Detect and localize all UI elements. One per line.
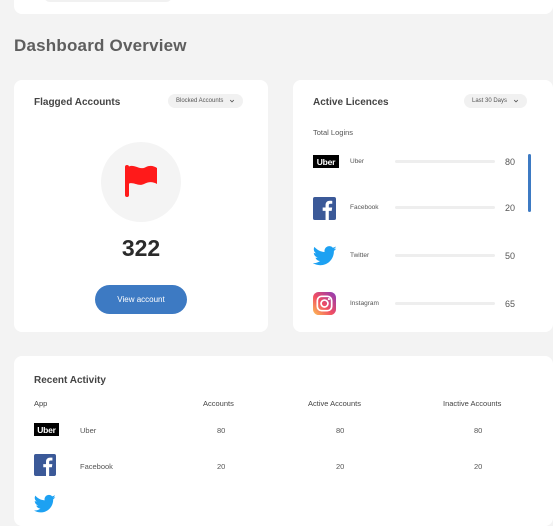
accounts-value: 20 [217, 462, 226, 471]
licences-filter-dropdown[interactable]: Last 30 Days [464, 94, 528, 108]
facebook-logo-icon [313, 197, 336, 220]
flag-icon-circle [101, 142, 181, 222]
recent-activity-card: Recent Activity App Accounts Active Acco… [14, 356, 553, 526]
flagged-accounts-card: Flagged Accounts Blocked Accounts 322 Vi… [14, 80, 268, 332]
licence-row-instagram: Instagram 65 [313, 291, 523, 317]
licence-value: 50 [505, 251, 516, 261]
active-licences-title: Active Licences [313, 97, 389, 108]
active-accounts-value: 20 [336, 462, 345, 471]
licence-progress-track [395, 254, 495, 257]
column-header-app: App [34, 399, 48, 408]
licence-name: Uber [350, 158, 365, 165]
flagged-filter-dropdown[interactable]: Blocked Accounts [168, 94, 244, 108]
top-search-pill[interactable] [44, 0, 172, 2]
column-header-inactive-accounts: Inactive Accounts [443, 399, 502, 408]
accounts-value: 80 [217, 426, 226, 435]
chevron-down-icon [230, 99, 235, 103]
licence-row-uber: Uber Uber 80 [313, 148, 523, 174]
licence-progress-track [395, 160, 495, 163]
licence-progress-track [395, 206, 495, 209]
inactive-accounts-value: 20 [474, 462, 483, 471]
page-title: Dashboard Overview [14, 36, 187, 55]
active-accounts-value: 80 [336, 426, 345, 435]
facebook-logo-icon [34, 454, 56, 476]
licence-name: Instagram [350, 300, 379, 307]
flagged-accounts-title: Flagged Accounts [34, 97, 121, 108]
recent-activity-title: Recent Activity [34, 375, 106, 386]
flag-icon [125, 165, 157, 197]
licence-row-facebook: Facebook 20 [313, 195, 523, 221]
app-name: Facebook [80, 462, 113, 471]
licence-name: Facebook [350, 204, 379, 211]
twitter-logo-icon [34, 494, 56, 513]
flagged-count: 322 [121, 235, 161, 261]
licence-name: Twitter [350, 252, 370, 259]
licence-progress-track [395, 302, 495, 305]
app-name: Uber [80, 426, 97, 435]
licences-scrollbar[interactable] [528, 154, 531, 212]
licence-value: 65 [505, 299, 516, 309]
chevron-down-icon [513, 99, 519, 103]
uber-logo-icon: Uber [313, 155, 339, 168]
instagram-logo-icon [313, 292, 336, 315]
inactive-accounts-value: 80 [474, 426, 483, 435]
uber-logo-icon: Uber [34, 423, 59, 436]
licence-value: 20 [505, 203, 516, 213]
total-logins-label: Total Logins [313, 128, 354, 137]
column-header-accounts: Accounts [203, 399, 234, 408]
active-licences-card: Active Licences Last 30 Days Total Login… [293, 80, 553, 332]
licence-value: 80 [505, 157, 516, 167]
twitter-logo-icon [313, 246, 337, 266]
column-header-active-accounts: Active Accounts [308, 399, 361, 408]
view-account-button[interactable]: View account [95, 285, 187, 314]
flagged-filter-label: Blocked Accounts [176, 98, 224, 104]
licences-filter-label: Last 30 Days [472, 98, 508, 104]
top-bar [14, 0, 553, 14]
licence-row-twitter: Twitter 50 [313, 243, 523, 269]
